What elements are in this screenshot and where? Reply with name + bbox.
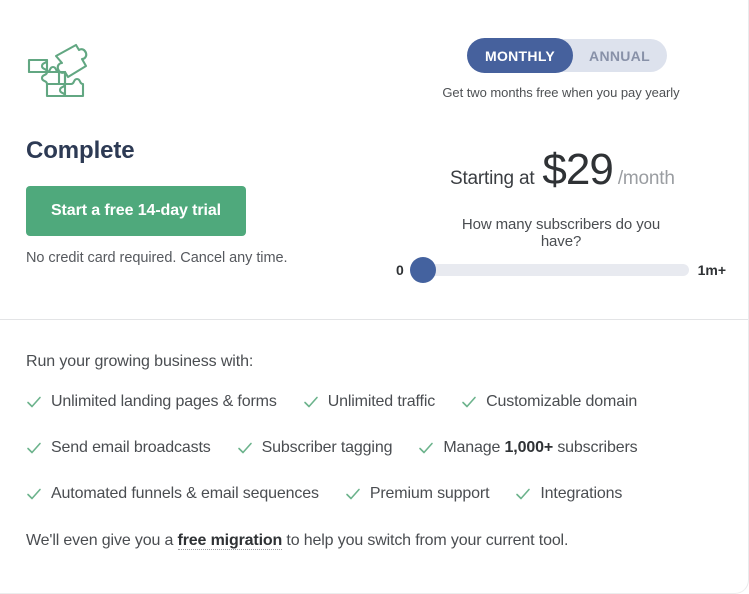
- features-intro: Run your growing business with:: [26, 353, 254, 370]
- feature-label: Integrations: [540, 485, 623, 502]
- feature-label: Premium support: [369, 485, 490, 502]
- feature-item: Subscriber tagging: [237, 439, 393, 457]
- subscriber-slider-label: How many subscribers do you have?: [461, 216, 661, 250]
- feature-item: Customizable domain: [461, 393, 637, 411]
- check-icon: [26, 440, 42, 456]
- feature-label-post: subscribers: [553, 439, 638, 456]
- feature-label: Unlimited traffic: [327, 393, 436, 410]
- check-icon: [26, 486, 42, 502]
- check-icon: [515, 486, 531, 502]
- feature-item: Premium support: [345, 485, 490, 503]
- toggle-option-monthly[interactable]: MONTHLY: [468, 39, 573, 72]
- feature-label: Send email broadcasts: [51, 439, 211, 456]
- check-icon: [237, 440, 253, 456]
- migration-text-pre: We'll even give you a: [26, 532, 178, 549]
- feature-label: Automated funnels & email sequences: [51, 485, 319, 502]
- feature-item: Unlimited landing pages & forms: [26, 393, 277, 411]
- slider-thumb[interactable]: [409, 257, 436, 283]
- check-icon: [26, 394, 42, 410]
- slider-track-wrapper[interactable]: [409, 257, 689, 283]
- billing-savings-note: Get two months free when you pay yearly: [442, 85, 680, 100]
- feature-label-emphasis: 1,000+: [504, 439, 554, 456]
- slider-max-label: 1m+: [697, 262, 726, 278]
- migration-text-post: to help you switch from your current too…: [282, 532, 569, 549]
- feature-row: Send email broadcasts Subscriber tagging…: [26, 439, 638, 457]
- plan-summary-section: Complete Start a free 14-day trial No cr…: [0, 0, 748, 320]
- check-icon: [303, 394, 319, 410]
- price-amount: $29: [542, 145, 613, 194]
- feature-row: Unlimited landing pages & forms Unlimite…: [26, 393, 637, 411]
- feature-item: Integrations: [515, 485, 622, 503]
- check-icon: [461, 394, 477, 410]
- slider-min-label: 0: [396, 262, 404, 278]
- free-migration-link[interactable]: free migration: [177, 532, 282, 550]
- subscriber-slider[interactable]: 0 1m+: [396, 257, 726, 283]
- plan-title: Complete: [26, 137, 135, 164]
- cta-disclaimer: No credit card required. Cancel any time…: [26, 250, 288, 266]
- feature-label: Unlimited landing pages & forms: [51, 393, 277, 410]
- feature-label: Subscriber tagging: [261, 439, 393, 456]
- features-section: Run your growing business with: Unlimite…: [0, 320, 748, 593]
- billing-period-toggle[interactable]: MONTHLY ANNUAL: [468, 39, 667, 72]
- check-icon: [345, 486, 361, 502]
- slider-track[interactable]: [409, 264, 689, 276]
- feature-label-pre: Manage: [443, 439, 505, 456]
- price-prefix: Starting at: [450, 168, 535, 189]
- puzzle-icon: [24, 42, 100, 110]
- feature-row: Automated funnels & email sequences Prem…: [26, 485, 622, 503]
- feature-label: Customizable domain: [486, 393, 638, 410]
- migration-offer: We'll even give you a free migration to …: [26, 532, 568, 550]
- pricing-card: Complete Start a free 14-day trial No cr…: [0, 0, 749, 594]
- price-period: /month: [617, 168, 675, 189]
- feature-label: Manage 1,000+ subscribers: [443, 439, 637, 457]
- feature-item: Manage 1,000+ subscribers: [418, 439, 638, 457]
- feature-item: Send email broadcasts: [26, 439, 211, 457]
- start-trial-button[interactable]: Start a free 14-day trial: [26, 186, 246, 236]
- check-icon: [418, 440, 434, 456]
- feature-item: Unlimited traffic: [303, 393, 435, 411]
- feature-item: Automated funnels & email sequences: [26, 485, 319, 503]
- price-display: Starting at $29 /month: [450, 148, 675, 192]
- toggle-option-annual[interactable]: ANNUAL: [572, 39, 667, 72]
